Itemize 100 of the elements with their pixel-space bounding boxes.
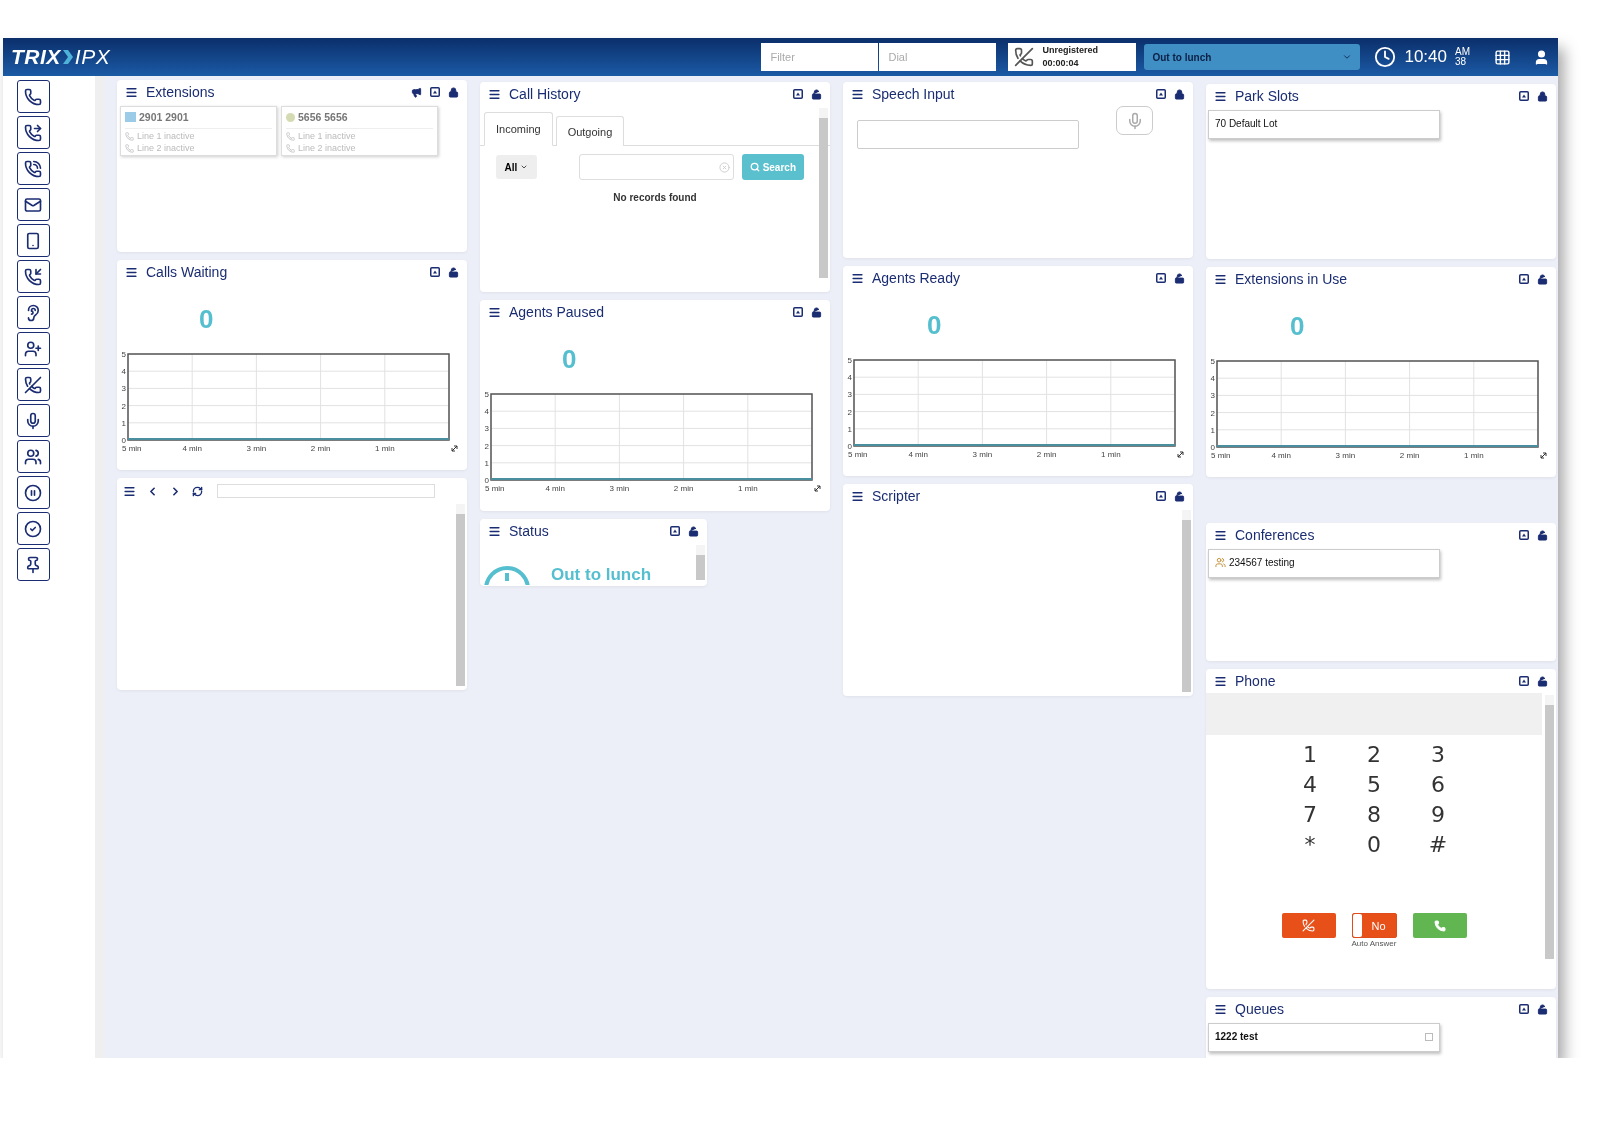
dial-key[interactable]: 4 — [1278, 771, 1342, 797]
sidebar-button[interactable] — [16, 404, 50, 437]
phone-icon — [1433, 919, 1446, 932]
sidebar-button[interactable] — [16, 512, 50, 545]
presence-select[interactable]: Out to lunch — [1144, 44, 1361, 70]
extension-card[interactable]: 5656 5656 Line 1 inactive Line 2 inactive — [281, 106, 438, 156]
maximize-icon[interactable] — [793, 307, 803, 317]
dial-key[interactable]: 8 — [1342, 801, 1406, 827]
unlock-icon[interactable] — [811, 306, 822, 318]
sidebar-button[interactable] — [16, 260, 50, 293]
axis-label: 0 — [121, 436, 126, 445]
menu-icon[interactable] — [125, 85, 138, 99]
phone-off-icon — [24, 375, 42, 394]
lock-icon[interactable] — [1174, 88, 1185, 100]
dial-key[interactable]: * — [1278, 831, 1342, 857]
dial-key[interactable]: 0 — [1342, 831, 1406, 857]
dial-key[interactable]: 3 — [1406, 741, 1470, 767]
maximize-icon[interactable] — [670, 526, 680, 536]
unlock-icon[interactable] — [811, 88, 822, 100]
dial-key[interactable]: 1 — [1278, 741, 1342, 767]
unlock-icon[interactable] — [1537, 1003, 1548, 1015]
unlock-icon[interactable] — [448, 266, 459, 278]
axis-label: 1 min — [1464, 451, 1484, 460]
resize-icon[interactable] — [451, 445, 458, 452]
unlock-icon[interactable] — [1174, 272, 1185, 284]
resize-icon[interactable] — [1177, 451, 1184, 458]
check-circle-icon — [24, 519, 42, 538]
maximize-icon[interactable] — [1519, 676, 1529, 686]
dial-key[interactable]: 6 — [1406, 771, 1470, 797]
menu-icon[interactable] — [123, 484, 136, 498]
maximize-icon[interactable] — [430, 267, 440, 277]
apps-grid-icon[interactable] — [1494, 48, 1511, 66]
conference-item[interactable]: 234567 testing — [1208, 549, 1440, 578]
tab[interactable]: Incoming — [484, 112, 553, 146]
menu-icon[interactable] — [1214, 674, 1227, 688]
conference-icon — [1215, 557, 1226, 568]
hang-up-button[interactable] — [1281, 913, 1336, 938]
menu-icon[interactable] — [488, 524, 501, 538]
url-field[interactable] — [217, 484, 435, 498]
park-slot[interactable]: 70 Default Lot — [1208, 110, 1440, 139]
lock-icon[interactable] — [448, 86, 459, 98]
lock-icon[interactable] — [1537, 90, 1548, 102]
sidebar-button[interactable] — [16, 296, 50, 329]
maximize-icon[interactable] — [430, 87, 440, 97]
unlock-icon[interactable] — [688, 525, 699, 537]
unlock-icon[interactable] — [1537, 529, 1548, 541]
megaphone-icon[interactable] — [411, 86, 422, 98]
maximize-icon[interactable] — [1519, 1004, 1529, 1014]
dial-key[interactable]: 5 — [1342, 771, 1406, 797]
maximize-icon[interactable] — [1519, 530, 1529, 540]
resize-icon[interactable] — [814, 485, 821, 492]
dial-key[interactable]: # — [1406, 831, 1470, 857]
phone-icon — [125, 131, 134, 141]
sidebar-button[interactable] — [16, 116, 50, 149]
sidebar-button[interactable] — [16, 476, 50, 509]
dial-key[interactable]: 2 — [1342, 741, 1406, 767]
menu-icon[interactable] — [1214, 1002, 1227, 1016]
menu-icon[interactable] — [1214, 272, 1227, 286]
menu-icon[interactable] — [851, 87, 864, 101]
menu-icon[interactable] — [488, 305, 501, 319]
dial-key[interactable]: 9 — [1406, 801, 1470, 827]
queue-item[interactable]: 1222 test — [1208, 1023, 1440, 1052]
maximize-icon[interactable] — [1156, 273, 1166, 283]
tab[interactable]: Outgoing — [555, 116, 625, 146]
sidebar-button[interactable] — [16, 440, 50, 473]
maximize-icon[interactable] — [1156, 89, 1166, 99]
maximize-icon[interactable] — [793, 89, 803, 99]
menu-icon[interactable] — [851, 271, 864, 285]
maximize-icon[interactable] — [1156, 491, 1166, 501]
dial-field[interactable]: Dial — [879, 43, 997, 71]
dial-key[interactable]: 7 — [1278, 801, 1342, 827]
search-field[interactable] — [578, 154, 734, 180]
sidebar-button[interactable] — [16, 188, 50, 221]
sidebar-button[interactable] — [16, 548, 50, 581]
unlock-icon[interactable] — [1537, 675, 1548, 687]
unlock-icon[interactable] — [1174, 490, 1185, 502]
maximize-icon[interactable] — [1519, 274, 1529, 284]
speech-field[interactable] — [857, 120, 1079, 149]
sidebar-button[interactable] — [16, 368, 50, 401]
sidebar-button[interactable] — [16, 152, 50, 185]
menu-icon[interactable] — [1214, 89, 1227, 103]
axis-label: 2 min — [673, 484, 694, 493]
resize-icon[interactable] — [1540, 452, 1547, 459]
menu-icon[interactable] — [1214, 528, 1227, 542]
menu-icon[interactable] — [488, 87, 501, 101]
user-menu-icon[interactable] — [1533, 48, 1550, 66]
filter-dropdown[interactable]: All — [496, 155, 537, 179]
unlock-icon[interactable] — [1537, 273, 1548, 285]
sidebar-button[interactable] — [16, 80, 50, 113]
refresh-icon[interactable] — [192, 485, 203, 497]
extension-card[interactable]: 2901 2901 Line 1 inactive Line 2 inactive — [120, 106, 277, 156]
sidebar-button[interactable] — [16, 332, 50, 365]
axis-label: 2 min — [1036, 450, 1057, 459]
auto-answer-toggle[interactable]: No — [1351, 913, 1397, 938]
filter-field[interactable]: Filter — [761, 43, 879, 71]
maximize-icon[interactable] — [1519, 91, 1529, 101]
menu-icon[interactable] — [125, 265, 138, 279]
sidebar-button[interactable] — [16, 224, 50, 257]
axis-label: 4 min — [1271, 451, 1291, 460]
menu-icon[interactable] — [851, 489, 864, 503]
